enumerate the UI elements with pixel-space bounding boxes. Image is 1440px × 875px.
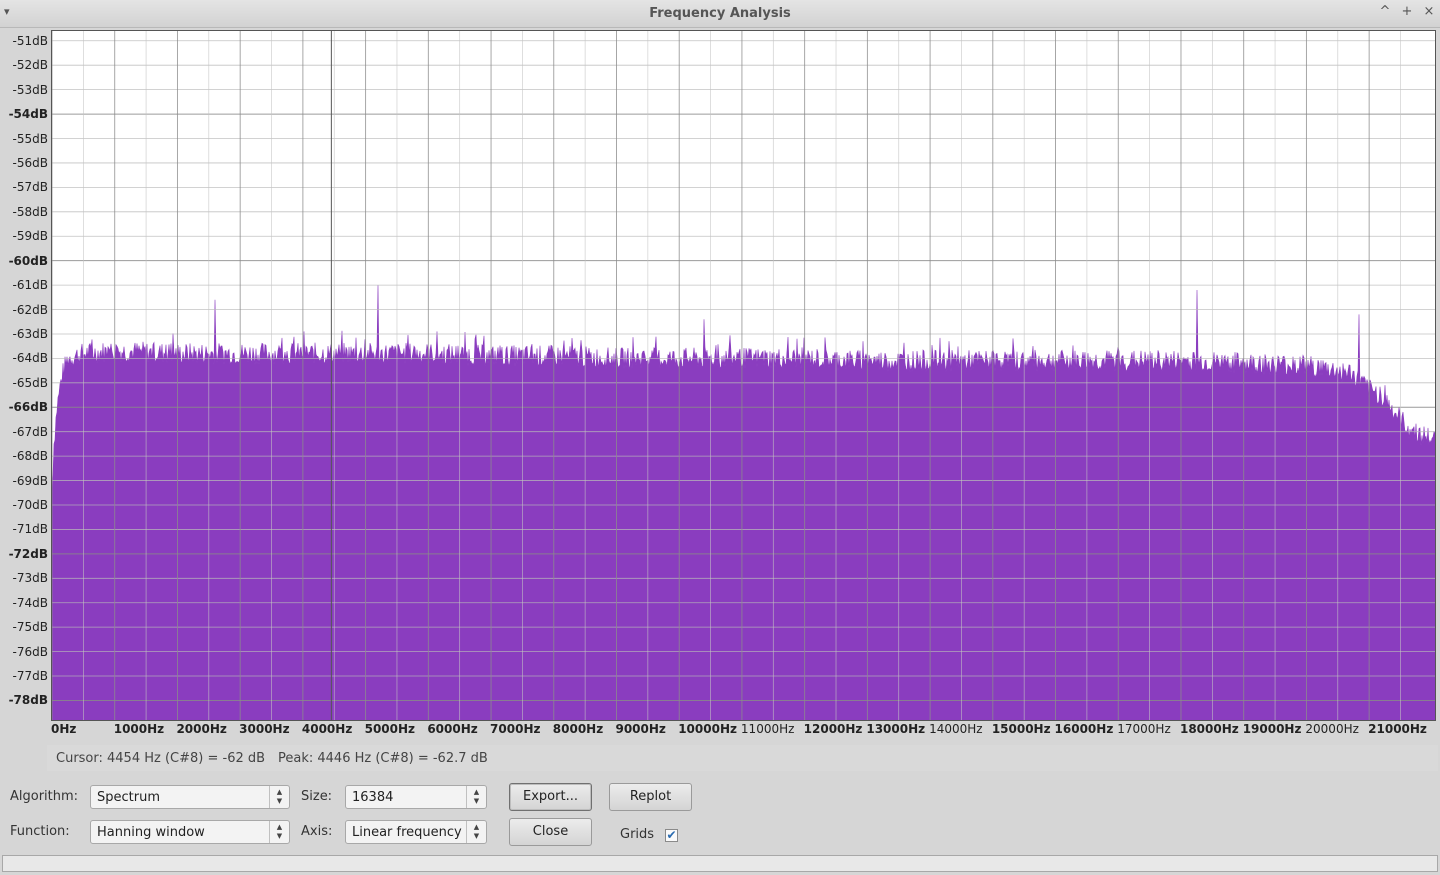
peak-readout: Peak: 4446 Hz (C#8) = -62.7 dB	[278, 751, 488, 766]
spin-arrows-icon: ▲ ▼	[466, 821, 486, 843]
x-tick-label: 13000Hz	[866, 722, 926, 736]
x-tick-label: 12000Hz	[803, 722, 863, 736]
x-tick-label: 21000Hz	[1368, 722, 1427, 736]
maximize-icon[interactable]: +	[1400, 4, 1414, 19]
x-tick-label: 1000Hz	[113, 722, 165, 736]
window-title: Frequency Analysis	[649, 6, 791, 21]
y-tick-label: -66dB	[8, 400, 48, 415]
x-tick-label: 18000Hz	[1179, 722, 1239, 736]
spin-arrows-icon: ▲ ▼	[269, 786, 289, 808]
y-tick-label: -72dB	[8, 546, 48, 561]
x-tick-label: 17000Hz	[1117, 722, 1171, 736]
spin-arrows-icon: ▲ ▼	[269, 821, 289, 843]
x-axis-labels: 0Hz 1000Hz 2000Hz 3000Hz 4000Hz 5000Hz 6000Hz 7…	[51, 722, 1434, 742]
axis-select[interactable]: Linear frequency ▲ ▼	[345, 820, 487, 844]
x-tick-label: 6000Hz	[427, 722, 478, 736]
function-select[interactable]: Hanning window ▲ ▼	[90, 820, 290, 844]
function-value: Hanning window	[97, 825, 205, 840]
size-select[interactable]: 16384 ▲ ▼	[345, 785, 487, 809]
size-value: 16384	[352, 790, 394, 805]
x-tick-label: 11000Hz	[740, 722, 795, 736]
y-axis-labels: -51dB -52dB -53dB -54dB -55dB -56dB -57dB -58dB…	[0, 30, 50, 720]
cursor-readout: Cursor: 4454 Hz (C#8) = -62 dB	[56, 751, 266, 766]
function-label: Function:	[10, 824, 70, 839]
y-tick-label: -60dB	[8, 253, 48, 268]
y-tick-label: -51dB	[12, 33, 48, 48]
x-tick-label: 3000Hz	[239, 722, 290, 736]
x-tick-label: 4000Hz	[301, 722, 353, 736]
spin-arrows-icon: ▲ ▼	[466, 786, 486, 808]
algorithm-label: Algorithm:	[10, 789, 79, 804]
window-controls: ^ + ×	[1378, 4, 1436, 19]
x-tick-label: 2000Hz	[176, 722, 227, 736]
close-window-icon[interactable]: ×	[1422, 4, 1436, 19]
y-tick-label: -58dB	[12, 204, 48, 219]
y-tick-label: -76dB	[12, 644, 48, 659]
y-tick-label: -74dB	[12, 595, 48, 610]
spectrum-area	[52, 285, 1435, 720]
y-tick-label: -71dB	[12, 522, 48, 537]
export-button[interactable]: Export...	[509, 783, 592, 811]
y-tick-label: -55dB	[12, 131, 48, 146]
y-tick-label: -75dB	[12, 620, 48, 635]
x-tick-label: 19000Hz	[1242, 722, 1302, 736]
x-tick-label: 15000Hz	[991, 722, 1051, 736]
y-tick-label: -68dB	[12, 449, 48, 464]
x-tick-label: 16000Hz	[1054, 722, 1114, 736]
x-tick-label: 20000Hz	[1305, 722, 1359, 736]
y-tick-label: -69dB	[12, 473, 48, 488]
y-tick-label: -67dB	[12, 424, 48, 439]
y-tick-label: -56dB	[12, 155, 48, 170]
replot-button[interactable]: Replot	[609, 783, 692, 811]
y-tick-label: -64dB	[12, 351, 48, 366]
y-tick-label: -65dB	[12, 375, 48, 390]
y-tick-label: -61dB	[12, 278, 48, 293]
y-tick-label: -70dB	[12, 497, 48, 512]
close-button[interactable]: Close	[509, 818, 592, 846]
y-tick-label: -54dB	[8, 107, 48, 122]
status-bar: Cursor: 4454 Hz (C#8) = -62 dB Peak: 444…	[47, 745, 1438, 771]
x-tick-label: 7000Hz	[490, 722, 541, 736]
y-tick-label: -62dB	[12, 302, 48, 317]
axis-label: Axis:	[301, 824, 333, 839]
y-tick-label: -77dB	[12, 669, 48, 684]
y-tick-label: -59dB	[12, 229, 48, 244]
grids-checkbox[interactable]: ✔	[665, 829, 678, 842]
grids-label: Grids	[620, 827, 655, 842]
y-tick-label: -53dB	[12, 82, 48, 97]
spectrum-plot[interactable]	[51, 30, 1436, 721]
algorithm-value: Spectrum	[97, 790, 160, 805]
y-tick-label: -78dB	[8, 693, 48, 708]
size-label: Size:	[301, 789, 333, 804]
axis-value: Linear frequency	[352, 825, 462, 840]
y-tick-label: -57dB	[12, 180, 48, 195]
y-tick-label: -63dB	[12, 326, 48, 341]
x-tick-label: 14000Hz	[929, 722, 983, 736]
algorithm-select[interactable]: Spectrum ▲ ▼	[90, 785, 290, 809]
title-bar: ▾ Frequency Analysis ^ + ×	[0, 0, 1440, 28]
minimize-icon[interactable]: ^	[1378, 4, 1392, 19]
x-tick-label: 0Hz	[51, 722, 77, 736]
x-tick-label: 5000Hz	[364, 722, 416, 736]
y-tick-label: -52dB	[12, 58, 48, 73]
x-tick-label: 10000Hz	[678, 722, 737, 736]
y-tick-label: -73dB	[12, 571, 48, 586]
spectrum-chart[interactable]	[52, 31, 1435, 720]
resize-status-strip	[2, 855, 1438, 872]
x-tick-label: 9000Hz	[615, 722, 666, 736]
x-tick-label: 8000Hz	[552, 722, 604, 736]
